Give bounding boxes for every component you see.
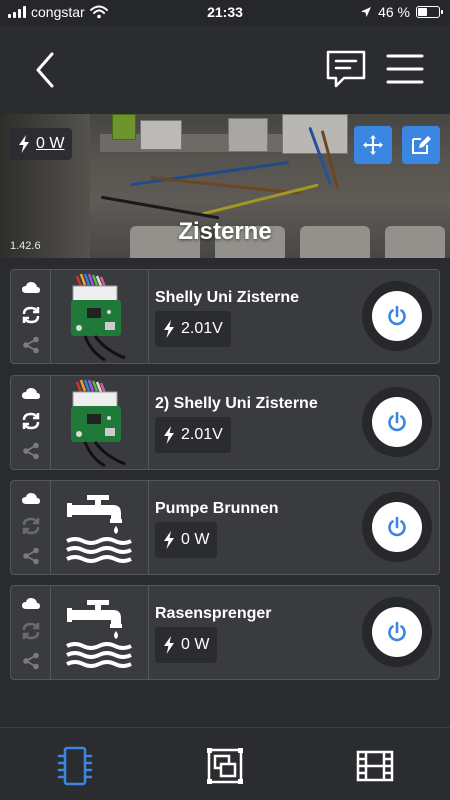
move-arrows-icon [363, 135, 383, 155]
device-value-chip: 0 W [155, 522, 218, 558]
power-button-face [372, 607, 422, 657]
power-icon [388, 621, 406, 642]
edit-button[interactable] [402, 126, 440, 164]
device-value: 2.01V [181, 320, 223, 337]
device-chip-icon [57, 746, 93, 786]
device-value-chip: 0 W [155, 627, 218, 663]
share-icon [22, 442, 39, 459]
cloud-icon [21, 387, 40, 399]
device-name: Shelly Uni Zisterne [155, 289, 300, 306]
move-button[interactable] [354, 126, 392, 164]
lightning-icon [164, 636, 174, 654]
device-value: 0 W [181, 636, 210, 653]
water-tap-icon [65, 599, 132, 668]
status-bar: congstar 21:33 46 % [0, 0, 450, 26]
device-image [51, 481, 149, 574]
lightning-icon [164, 531, 174, 549]
device-status-icons [11, 586, 51, 679]
share-icon [22, 336, 39, 353]
power-icon [388, 411, 406, 432]
device-image [51, 586, 149, 679]
room-power-chip[interactable]: 0 W [10, 128, 73, 160]
back-chevron-icon[interactable] [30, 50, 64, 90]
device-status-icons [11, 376, 51, 469]
room-header: 0 W Zisterne 1.42.6 [0, 114, 450, 258]
navigation-bar [0, 26, 450, 114]
message-icon[interactable] [324, 48, 368, 92]
groups-icon [207, 748, 243, 784]
tab-scenes[interactable] [354, 746, 396, 786]
app-version: 1.42.6 [10, 240, 41, 252]
battery-icon [416, 6, 443, 18]
device-status-icons [11, 270, 51, 363]
power-button-face [372, 397, 422, 447]
sync-icon [22, 622, 39, 639]
device-status-icons [11, 481, 51, 574]
device-card[interactable]: 2) Shelly Uni Zisterne 2.01V [10, 375, 440, 470]
shelly-uni-board-image [70, 379, 126, 467]
share-icon [22, 547, 39, 564]
tab-devices[interactable] [54, 746, 96, 786]
lightning-icon [19, 135, 29, 153]
power-toggle-button[interactable] [362, 597, 432, 667]
device-card[interactable]: Shelly Uni Zisterne 2.01V [10, 269, 440, 364]
device-name: Rasensprenger [155, 605, 272, 622]
device-card[interactable]: Rasensprenger 0 W [10, 585, 440, 680]
device-value-chip: 2.01V [155, 311, 231, 347]
edit-pencil-icon [412, 136, 431, 154]
cloud-icon [21, 597, 40, 609]
power-toggle-button[interactable] [362, 492, 432, 562]
power-toggle-button[interactable] [362, 387, 432, 457]
power-toggle-button[interactable] [362, 281, 432, 351]
device-value: 0 W [181, 531, 210, 548]
battery-percent: 46 % [378, 4, 410, 20]
device-image [51, 270, 149, 363]
sync-icon [22, 517, 39, 534]
status-right: 46 % [360, 4, 443, 20]
device-name: 2) Shelly Uni Zisterne [155, 395, 318, 412]
water-tap-icon [65, 494, 132, 563]
shelly-uni-board-image [70, 273, 126, 361]
power-icon [388, 516, 406, 537]
device-image [51, 376, 149, 469]
room-power-value: 0 W [36, 135, 65, 152]
power-button-face [372, 291, 422, 341]
location-arrow-icon [361, 7, 372, 17]
cloud-icon [21, 281, 40, 293]
cloud-icon [21, 492, 40, 504]
device-value: 2.01V [181, 426, 223, 443]
power-button-face [372, 502, 422, 552]
device-card[interactable]: Pumpe Brunnen 0 W [10, 480, 440, 575]
share-icon [22, 652, 39, 669]
hamburger-menu-icon[interactable] [386, 52, 424, 86]
sync-icon [22, 306, 39, 323]
device-name: Pumpe Brunnen [155, 500, 279, 517]
power-icon [388, 305, 406, 326]
sync-icon [22, 412, 39, 429]
device-value-chip: 2.01V [155, 417, 231, 453]
bottom-tab-bar [0, 727, 450, 800]
room-title: Zisterne [178, 218, 272, 245]
lightning-icon [164, 320, 174, 338]
lightning-icon [164, 426, 174, 444]
scenes-film-icon [356, 750, 394, 782]
tab-groups[interactable] [204, 746, 246, 786]
